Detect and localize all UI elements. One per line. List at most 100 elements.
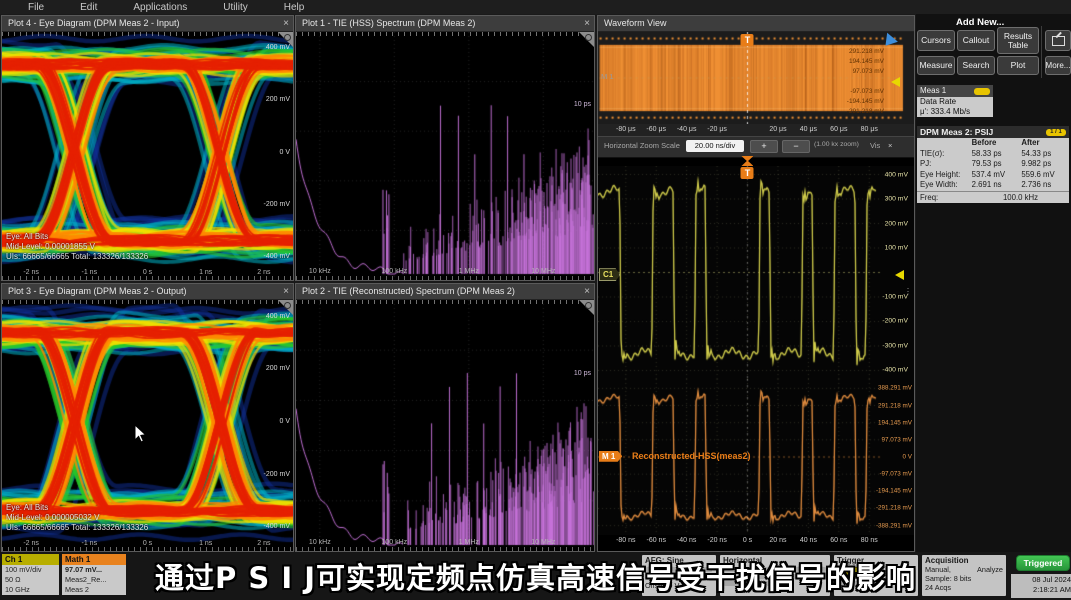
sidebar-divider [1041, 26, 1042, 78]
zoom-scale-input[interactable]: 20.00 ns/div [686, 140, 744, 152]
plot3-x-label: 2 ns [257, 540, 270, 547]
dpm-page-badge: 1 / 1 [1046, 129, 1066, 136]
plot3-x-label: 0 s [143, 540, 152, 547]
plot3-grip-dot [284, 302, 291, 309]
menu-edit[interactable]: Edit [80, 2, 97, 13]
zoom-center-hourglass-icon[interactable] [741, 156, 753, 166]
plot3-close-icon[interactable]: × [283, 284, 289, 299]
callout-button[interactable]: Callout [957, 30, 995, 51]
menu-file[interactable]: File [28, 2, 44, 13]
overview-trigger-level-arrow[interactable] [891, 77, 900, 87]
c1-y-label: -200 mV [882, 318, 908, 325]
plot2-close-icon[interactable]: × [584, 284, 590, 299]
display-edit-button[interactable] [1045, 30, 1071, 51]
search-button[interactable]: Search [957, 56, 995, 75]
plot-button[interactable]: Plot [997, 56, 1039, 75]
plot3-title: Plot 3 - Eye Diagram (DPM Meas 2 - Outpu… [8, 286, 187, 296]
zoom-factor-label: (1.00 kx zoom) [814, 141, 859, 148]
plot3-x-label: -2 ns [23, 540, 39, 547]
c1-trigger-level-arrow[interactable] [895, 270, 904, 280]
plot4-y-label: 0 V [279, 149, 290, 156]
c1-y-label: -300 mV [882, 342, 908, 349]
waveform-overview[interactable]: M 1 291.218 mV194.145 mV97.073 mV-97.073… [598, 32, 914, 124]
plot4-y-label: -200 mV [264, 201, 290, 208]
dpm-results-panel[interactable]: DPM Meas 2: PSIJ 1 / 1 Before After TIE(… [917, 126, 1069, 203]
plot4-grip-dot [284, 34, 291, 41]
waveform-body: M 1 291.218 mV194.145 mV97.073 mV-97.073… [598, 32, 914, 551]
overview-y-label: 97.073 mV [853, 68, 884, 75]
plot1-x-label: 10 kHz [309, 268, 331, 275]
dpm-freq-value: 100.0 kHz [972, 192, 1069, 203]
plot4-x-label: 0 s [143, 269, 152, 276]
c1-trigger-marker[interactable]: T [741, 167, 754, 179]
dpm-table-row: Eye Height:537.4 mV559.6 mV [917, 170, 1069, 181]
m1-recon-view[interactable]: 388.291 mV291.218 mV194.145 mV97.073 mV0… [598, 379, 914, 535]
cursors-button[interactable]: Cursors [917, 30, 955, 51]
plot4-title: Plot 4 - Eye Diagram (DPM Meas 2 - Input… [8, 18, 180, 28]
menu-applications[interactable]: Applications [133, 2, 187, 13]
plot2-x-label: 10 MHz [531, 539, 555, 546]
right-sidebar: Add New... Cursors Callout Results Table… [916, 14, 1071, 552]
plot1-title-bar[interactable]: Plot 1 - TIE (HSS) Spectrum (DPM Meas 2)… [296, 16, 594, 32]
plot2-top-ruler [296, 300, 594, 304]
plot3-eye-stats: Eye: All Bits Mid-Level: 0.000005032 V U… [6, 503, 148, 533]
plot1-close-icon[interactable]: × [584, 16, 590, 31]
plot3-y-label: -400 mV [264, 523, 290, 530]
dpm-cell: 79.53 ps [972, 159, 1022, 170]
waveform-x-label: 20 ns [769, 537, 786, 544]
menu-utility[interactable]: Utility [223, 2, 247, 13]
plot3-body: 400 mV200 mV0 V-200 mV-400 mV -2 ns-1 ns… [2, 300, 293, 551]
overview-trigger-marker[interactable]: T [741, 34, 754, 46]
waveform-title-bar[interactable]: Waveform View [598, 16, 914, 32]
plot1-body: 10 ps 10 kHz100 kHz1 MHz10 MHz [296, 32, 594, 280]
plot4-mid-level-label: Mid-Level: 0.00001855 V [6, 242, 148, 252]
measure-button[interactable]: Measure [917, 56, 955, 75]
plot4-title-bar[interactable]: Plot 4 - Eye Diagram (DPM Meas 2 - Input… [2, 16, 293, 32]
zoom-out-button[interactable]: − [782, 140, 810, 153]
plot2-x-label: 100 kHz [381, 539, 407, 546]
dpm-cell: 2.691 ns [972, 180, 1022, 191]
dpm-table: Before After TIE(σ):58.33 ps54.33 psPJ:7… [917, 138, 1069, 203]
meas1-title: Meas 1 [920, 86, 946, 95]
plot1-title: Plot 1 - TIE (HSS) Spectrum (DPM Meas 2) [302, 18, 475, 28]
plot4-body: 400 mV200 mV0 V-200 mV-400 mV -2 ns-1 ns… [2, 32, 293, 280]
m1-y-label: 388.291 mV [878, 385, 912, 392]
meas1-badge[interactable]: Meas 1 Data Rate μ': 333.4 Mb/s [917, 85, 993, 117]
plot4-x-label: 2 ns [257, 269, 270, 276]
results-table-button[interactable]: Results Table [997, 27, 1039, 54]
oscilloscope-app: File Edit Applications Utility Help Plot… [0, 0, 1071, 600]
plot4-y-label: -400 mV [264, 253, 290, 260]
m1-y-label: 0 V [903, 454, 912, 461]
panel-plot3-eye-output: Plot 3 - Eye Diagram (DPM Meas 2 - Outpu… [1, 283, 294, 552]
overview-y-label: 291.218 mV [849, 48, 884, 55]
plot2-title-bar[interactable]: Plot 2 - TIE (Reconstructed) Spectrum (D… [296, 284, 594, 300]
m1-math-badge[interactable]: M 1 [599, 451, 622, 462]
zoom-vis-label[interactable]: Vis [870, 141, 880, 150]
plot4-close-icon[interactable]: × [283, 16, 289, 31]
c1-zoom-view[interactable]: T 400 mV300 mV200 mV100 mV-100 mV-200 mV… [598, 166, 914, 379]
plot3-y-label: 200 mV [266, 365, 290, 372]
dpm-cell: Eye Height: [917, 170, 972, 181]
m1-source-label: Reconstructed-HSS(meas2) [632, 451, 751, 461]
subtitle-caption: 通过P S I J可实现定频点仿真高速信号受干扰信号的影响 [0, 555, 1071, 597]
dpm-cell: PJ: [917, 159, 972, 170]
waveform-x-label: 40 ns [800, 537, 817, 544]
m1-y-label: 194.145 mV [878, 419, 912, 426]
more-button[interactable]: More... [1045, 56, 1071, 75]
plot4-eye-bits-label: Eye: All Bits [6, 232, 148, 242]
plot2-x-label: 1 MHz [459, 539, 479, 546]
panel-plot1-tie-hss-spectrum: Plot 1 - TIE (HSS) Spectrum (DPM Meas 2)… [295, 15, 595, 281]
plot1-grip-dot [585, 34, 592, 41]
plot1-x-label: 100 kHz [381, 268, 407, 275]
plot4-y-label: 400 mV [266, 44, 290, 51]
zoom-bar-close-icon[interactable]: × [888, 141, 892, 150]
zoom-in-button[interactable]: + [750, 140, 778, 153]
menu-help[interactable]: Help [284, 2, 305, 13]
plot4-eye-stats: Eye: All Bits Mid-Level: 0.00001855 V UI… [6, 232, 148, 262]
display-edit-icon [1052, 36, 1065, 46]
dpm-header: DPM Meas 2: PSIJ 1 / 1 [917, 126, 1069, 138]
dpm-cell: TIE(σ): [917, 149, 972, 160]
overview-x-label: -20 μs [707, 126, 727, 133]
panel-resize-handle[interactable]: ⋮ [904, 290, 912, 294]
plot3-title-bar[interactable]: Plot 3 - Eye Diagram (DPM Meas 2 - Outpu… [2, 284, 293, 300]
